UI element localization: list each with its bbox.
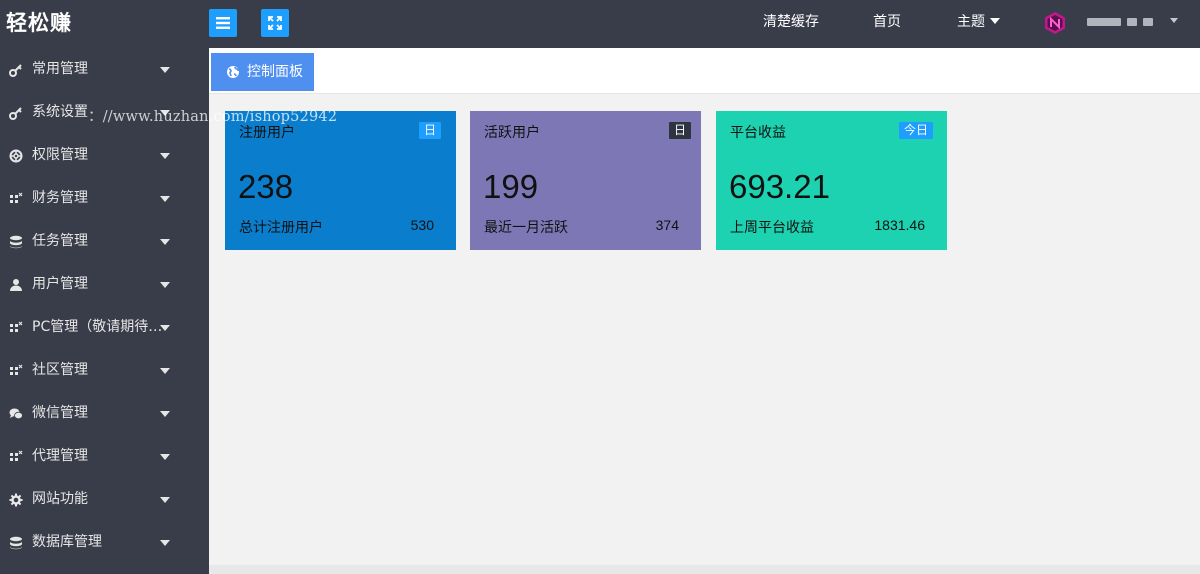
- chevron-down-icon: [990, 18, 1000, 24]
- menu-icon: [216, 17, 230, 29]
- card-sub-label: 上周平台收益: [730, 220, 814, 236]
- card-badge: 日: [668, 122, 691, 139]
- app-logo[interactable]: 轻松赚: [0, 0, 209, 48]
- globe-icon: [227, 66, 239, 78]
- main-content: 控制面板 注册用户 日 238 总计注册用户 530 活跃用户 日 199 最近…: [209, 48, 1200, 574]
- chevron-down-icon: [160, 540, 170, 546]
- sidebar-item-finance[interactable]: 财务管理: [0, 177, 209, 220]
- sidebar-item-wechat[interactable]: 微信管理: [0, 392, 209, 435]
- sidebar-item-label: 代理管理: [32, 448, 88, 464]
- tab-label: 控制面板: [247, 64, 303, 80]
- sidebar-item-common[interactable]: 常用管理: [0, 48, 209, 91]
- card-badge: 日: [418, 122, 441, 139]
- sidebar-item-label: 数据库管理: [32, 534, 102, 550]
- username-obscured[interactable]: [1087, 17, 1153, 27]
- chat-icon: [9, 408, 23, 420]
- sidebar-item-community[interactable]: 社区管理: [0, 349, 209, 392]
- sidebar-item-task[interactable]: 任务管理: [0, 220, 209, 263]
- card-value: 238: [238, 168, 294, 205]
- footer-strip: [209, 565, 1200, 574]
- card-sub-value: 1831.46: [874, 217, 925, 233]
- sidebar: 常用管理 系统设置 权限管理 财务管理 任务管理 用户管理 PC管理（敬请期待……: [0, 48, 209, 574]
- avatar[interactable]: [1043, 11, 1067, 35]
- key-icon: [9, 64, 22, 77]
- grid-icon: [10, 321, 23, 332]
- sidebar-item-label: 财务管理: [32, 190, 88, 206]
- fullscreen-icon: [268, 16, 282, 30]
- stat-card-active-users: 活跃用户 日 199 最近一月活跃 374: [470, 111, 701, 250]
- chevron-down-icon: [160, 497, 170, 503]
- card-sub-value: 374: [655, 217, 679, 233]
- sidebar-item-site-features[interactable]: 网站功能: [0, 478, 209, 521]
- card-title: 平台收益: [730, 125, 786, 141]
- lifebuoy-icon: [9, 149, 23, 163]
- chevron-down-icon: [160, 67, 170, 73]
- chevron-down-icon: [160, 454, 170, 460]
- tab-bar: 控制面板: [209, 48, 1200, 94]
- theme-label: 主题: [957, 14, 985, 30]
- card-value: 693.21: [729, 168, 830, 205]
- sidebar-item-permission[interactable]: 权限管理: [0, 134, 209, 177]
- sidebar-item-label: 用户管理: [32, 276, 88, 292]
- chevron-down-icon: [160, 325, 170, 331]
- tab-dashboard[interactable]: 控制面板: [211, 53, 314, 91]
- sidebar-item-label: 常用管理: [32, 61, 88, 77]
- stat-card-platform-revenue: 平台收益 今日 693.21 上周平台收益 1831.46: [716, 111, 947, 250]
- chevron-down-icon: [160, 282, 170, 288]
- chevron-down-icon: [160, 411, 170, 417]
- card-sub-label: 最近一月活跃: [484, 220, 568, 236]
- stat-card-registered-users: 注册用户 日 238 总计注册用户 530: [225, 111, 456, 250]
- card-sub-label: 总计注册用户: [239, 220, 323, 236]
- user-icon: [10, 279, 22, 291]
- card-badge: 今日: [898, 122, 933, 139]
- menu-toggle-button[interactable]: [209, 9, 237, 37]
- grid-icon: [10, 450, 23, 461]
- theme-dropdown[interactable]: 主题: [957, 0, 1000, 46]
- card-title: 活跃用户: [484, 125, 540, 141]
- card-sub-value: 530: [410, 217, 434, 233]
- home-link[interactable]: 首页: [873, 0, 901, 46]
- chevron-down-icon: [160, 153, 170, 159]
- grid-icon: [10, 192, 23, 203]
- chevron-down-icon: [1170, 18, 1178, 23]
- sidebar-item-label: 社区管理: [32, 362, 88, 378]
- sidebar-item-label: 微信管理: [32, 405, 88, 421]
- chevron-down-icon: [160, 368, 170, 374]
- database-icon: [10, 235, 22, 249]
- sidebar-item-label: 网站功能: [32, 491, 88, 507]
- key-icon: [9, 107, 22, 120]
- gear-icon: [9, 493, 23, 507]
- clear-cache-link[interactable]: 清楚缓存: [763, 0, 819, 46]
- sidebar-item-pc[interactable]: PC管理（敬请期待…: [0, 306, 209, 349]
- sidebar-item-label: 权限管理: [32, 147, 88, 163]
- top-header: 轻松赚 清楚缓存 首页 主题: [0, 0, 1200, 48]
- chevron-down-icon: [160, 239, 170, 245]
- sidebar-item-label: PC管理（敬请期待…: [32, 319, 163, 335]
- sidebar-item-label: 系统设置: [32, 104, 88, 120]
- card-value: 199: [483, 168, 539, 205]
- watermark-text: ：//www.huzhan.com/ishop52942: [88, 109, 338, 125]
- sidebar-item-users[interactable]: 用户管理: [0, 263, 209, 306]
- database-icon: [10, 536, 22, 550]
- chevron-down-icon: [160, 196, 170, 202]
- fullscreen-button[interactable]: [261, 9, 289, 37]
- sidebar-item-database[interactable]: 数据库管理: [0, 521, 209, 564]
- sidebar-item-agent[interactable]: 代理管理: [0, 435, 209, 478]
- grid-icon: [10, 364, 23, 375]
- sidebar-item-label: 任务管理: [32, 233, 88, 249]
